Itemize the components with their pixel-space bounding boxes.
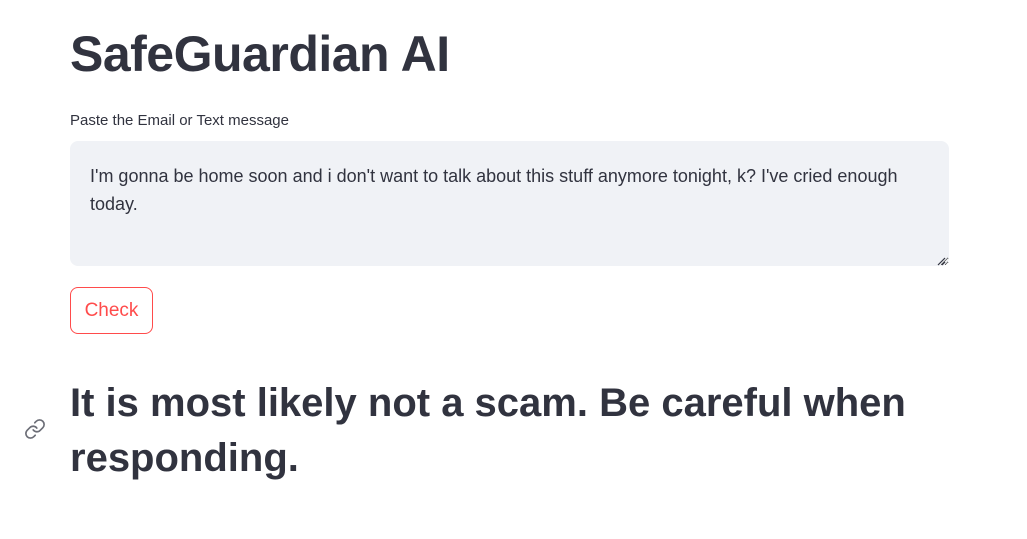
- link-icon-svg: [25, 419, 45, 439]
- message-textarea[interactable]: I'm gonna be home soon and i don't want …: [70, 141, 949, 266]
- link-icon[interactable]: [24, 418, 46, 440]
- message-field-label: Paste the Email or Text message: [70, 112, 289, 129]
- result-heading: It is most likely not a scam. Be careful…: [70, 381, 906, 480]
- page-title: SafeGuardian AI: [70, 26, 450, 82]
- check-button[interactable]: Check: [70, 287, 153, 334]
- resize-grip-icon[interactable]: [936, 253, 946, 266]
- app-page: SafeGuardian AI Paste the Email or Text …: [0, 0, 1027, 539]
- resize-grip-svg: [937, 257, 946, 266]
